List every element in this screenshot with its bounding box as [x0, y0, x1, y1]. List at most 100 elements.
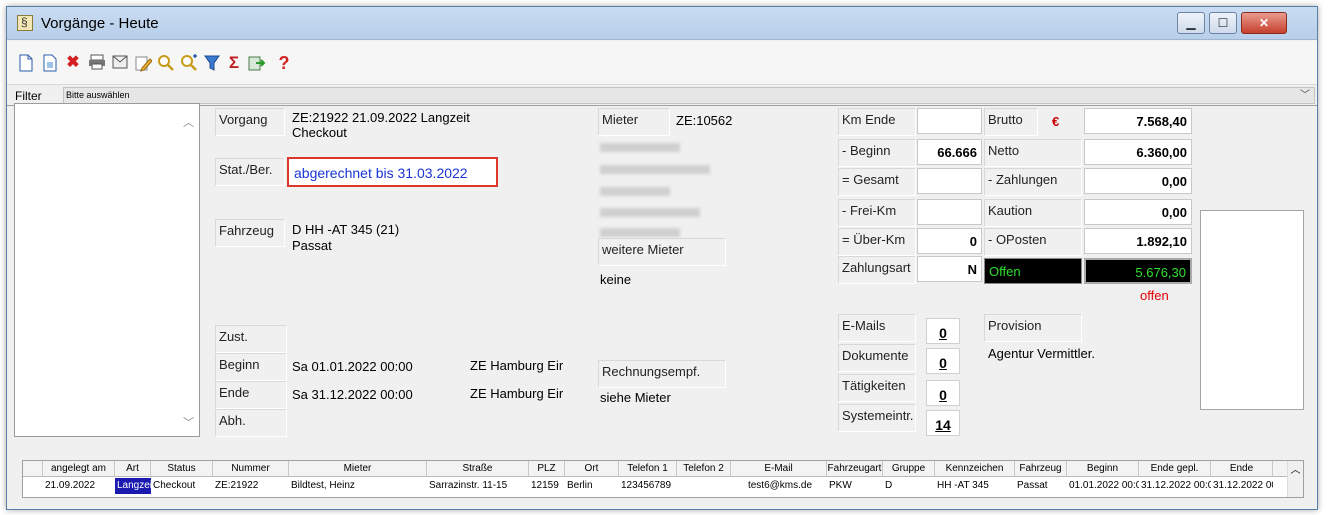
minimize-button[interactable]: ▁ — [1177, 12, 1205, 34]
km-gesamt-label: = Gesamt — [838, 168, 916, 196]
left-list-pane[interactable]: ︿ ﹀ — [14, 103, 200, 437]
cell-status: Checkout — [153, 480, 196, 491]
col-header[interactable]: Kennzeichen — [935, 461, 1015, 477]
window-title: Vorgänge - Heute — [41, 15, 159, 32]
offen-label: Offen — [984, 258, 1082, 284]
abh-label: Abh. — [215, 409, 287, 437]
beginn-station: ZE Hamburg Eir — [470, 358, 564, 373]
systemeintr-count[interactable]: 14 — [926, 410, 960, 436]
emails-count[interactable]: 0 — [926, 318, 960, 344]
km-gesamt-value — [917, 168, 982, 194]
print-icon[interactable] — [88, 54, 106, 72]
stat-ber-value: abgerechnet bis 31.03.2022 — [294, 165, 468, 181]
beginn-value: Sa 01.01.2022 00:00 — [292, 359, 413, 374]
col-header[interactable]: Status — [151, 461, 213, 477]
oposten-value: 1.892,10 — [1084, 228, 1192, 254]
vorgang-label: Vorgang — [215, 108, 285, 136]
chevron-down-icon: ﹀ — [1300, 90, 1310, 101]
zahlungsart-label: Zahlungsart — [838, 256, 916, 284]
col-header[interactable]: Gruppe — [883, 461, 935, 477]
col-header[interactable]: Beginn — [1067, 461, 1139, 477]
col-header[interactable]: Telefon 1 — [619, 461, 677, 477]
col-header[interactable]: Ende gepl. — [1139, 461, 1211, 477]
blurred-email — [600, 228, 680, 237]
frei-km-value — [917, 199, 982, 225]
filter-select[interactable]: Bitte auswählen ﹀ — [63, 87, 1315, 104]
edit-icon[interactable] — [134, 54, 153, 72]
zahlungen-label: - Zahlungen — [984, 168, 1082, 196]
export-icon[interactable] — [248, 54, 266, 72]
offen-status: offen — [1140, 288, 1169, 303]
scroll-up-icon[interactable]: ︿ — [1291, 465, 1301, 476]
row-selector-header — [23, 461, 43, 477]
ueber-km-label: = Über-Km — [838, 228, 916, 256]
filter-icon[interactable] — [203, 54, 221, 72]
scroll-up-icon[interactable]: ︿ — [183, 114, 194, 130]
km-ende-value — [917, 108, 982, 134]
kaution-label: Kaution — [984, 199, 1082, 227]
col-header[interactable]: E-Mail — [731, 461, 827, 477]
col-header[interactable]: Art — [115, 461, 151, 477]
col-header[interactable]: angelegt am — [43, 461, 115, 477]
km-beginn-label: - Beginn — [838, 139, 916, 167]
cell-fahrzeugart: PKW — [829, 480, 852, 491]
col-header[interactable]: Fahrzeugart — [827, 461, 883, 477]
km-beginn-value: 66.666 — [917, 139, 982, 165]
dokumente-count[interactable]: 0 — [926, 348, 960, 374]
col-header[interactable]: PLZ — [529, 461, 565, 477]
weitere-mieter-label: weitere Mieter — [598, 238, 726, 266]
cell-angelegt: 21.09.2022 — [45, 480, 96, 491]
cell-nummer: ZE:21922 — [215, 480, 259, 491]
blurred-street — [600, 165, 710, 174]
right-side-panel — [1200, 210, 1304, 410]
col-header[interactable]: Straße — [427, 461, 529, 477]
table-header: angelegt am Art Status Nummer Mieter Str… — [23, 461, 1303, 477]
cell-plz: 12159 — [531, 480, 559, 491]
sum-icon[interactable]: Σ — [225, 54, 243, 72]
filter-select-value: Bitte auswählen — [66, 90, 130, 100]
scroll-down-icon[interactable]: ﹀ — [183, 414, 194, 430]
cell-email: test6@kms.de — [747, 480, 813, 491]
cell-ende-gepl: 31.12.2022 00:00 — [1141, 480, 1211, 491]
copy-doc-icon[interactable] — [41, 54, 59, 72]
search-plus-icon[interactable] — [180, 54, 198, 72]
cell-telefon1: 123456789 — [621, 480, 672, 491]
oposten-label: - OPosten — [984, 228, 1082, 256]
new-doc-icon[interactable] — [17, 54, 35, 72]
search-icon[interactable] — [157, 54, 175, 72]
vorgang-status-line: Checkout — [292, 125, 347, 140]
ende-label: Ende — [215, 381, 287, 409]
ende-value: Sa 31.12.2022 00:00 — [292, 387, 413, 402]
rechnungsempf-label: Rechnungsempf. — [598, 360, 726, 388]
col-header[interactable]: Mieter — [289, 461, 427, 477]
maximize-button[interactable]: ☐ — [1209, 12, 1237, 34]
print-preview-icon[interactable] — [111, 54, 129, 72]
zahlungen-value: 0,00 — [1084, 168, 1192, 194]
provision-label: Provision — [984, 314, 1082, 342]
emails-label: E-Mails — [838, 314, 916, 342]
table-scrollbar[interactable]: ︿ — [1287, 461, 1303, 497]
stat-ber-label: Stat./Ber. — [215, 158, 285, 186]
cell-art: Langzeit — [115, 478, 151, 494]
rechnungsempf-value: siehe Mieter — [600, 390, 671, 405]
cell-telefon2 — [677, 478, 731, 494]
ende-station: ZE Hamburg Eir — [470, 386, 564, 401]
col-header[interactable]: Fahrzeug — [1015, 461, 1067, 477]
zahlungsart-value: N — [917, 256, 982, 282]
col-header[interactable]: Telefon 2 — [677, 461, 731, 477]
col-header[interactable]: Nummer — [213, 461, 289, 477]
vorgaenge-table[interactable]: angelegt am Art Status Nummer Mieter Str… — [22, 460, 1304, 498]
taetigkeiten-count[interactable]: 0 — [926, 380, 960, 406]
fahrzeug-value: D HH -AT 345 (21) — [292, 222, 400, 237]
blurred-phone — [600, 208, 700, 217]
close-button[interactable]: ✕ — [1241, 12, 1287, 34]
help-icon[interactable]: ? — [275, 54, 293, 72]
cell-mieter: Bildtest, Heinz — [291, 480, 355, 491]
col-header[interactable]: Ende — [1211, 461, 1273, 477]
frei-km-label: - Frei-Km — [838, 199, 916, 227]
cell-kennzeichen: HH -AT 345 — [937, 480, 989, 491]
col-header[interactable]: Ort — [565, 461, 619, 477]
taetigkeiten-label: Tätigkeiten — [838, 374, 916, 402]
filter-label: Filter — [15, 89, 42, 103]
delete-icon[interactable]: ✖ — [64, 54, 82, 72]
